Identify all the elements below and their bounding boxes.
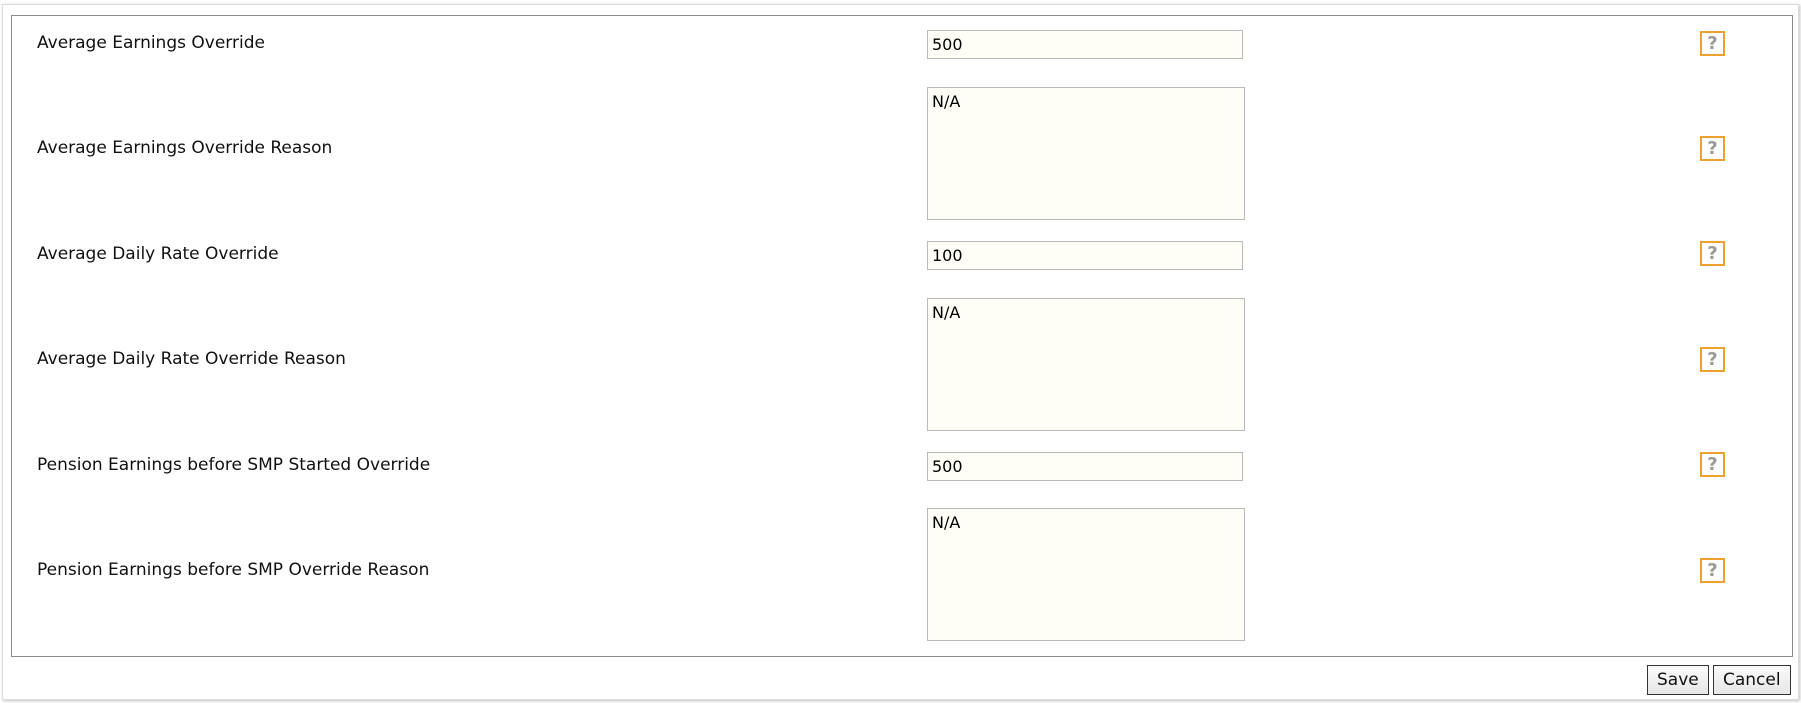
- average-daily-rate-override-label: Average Daily Rate Override: [37, 244, 279, 264]
- pension-earnings-before-smp-override-reason-label: Pension Earnings before SMP Override Rea…: [37, 560, 430, 580]
- cancel-button[interactable]: Cancel: [1713, 665, 1791, 695]
- help-glyph: ?: [1707, 137, 1718, 159]
- pension-earnings-before-smp-override-reason-textarea[interactable]: N/A: [927, 508, 1245, 641]
- question-mark-icon[interactable]: ?: [1700, 241, 1725, 266]
- average-earnings-override-reason-label: Average Earnings Override Reason: [37, 138, 333, 158]
- average-daily-rate-override-input[interactable]: [927, 241, 1243, 270]
- help-glyph: ?: [1707, 559, 1718, 581]
- question-mark-icon[interactable]: ?: [1700, 31, 1725, 56]
- question-mark-icon[interactable]: ?: [1700, 347, 1725, 372]
- dialog-panel: Average Earnings Override ? Average Earn…: [2, 4, 1799, 700]
- average-earnings-override-reason-textarea[interactable]: N/A: [927, 87, 1245, 220]
- average-daily-rate-override-reason-textarea[interactable]: N/A: [927, 298, 1245, 431]
- help-glyph: ?: [1707, 348, 1718, 370]
- override-form: Average Earnings Override ? Average Earn…: [11, 15, 1793, 657]
- average-earnings-override-input[interactable]: [927, 30, 1243, 59]
- average-earnings-override-label: Average Earnings Override: [37, 33, 265, 53]
- average-daily-rate-override-reason-label: Average Daily Rate Override Reason: [37, 349, 346, 369]
- help-glyph: ?: [1707, 32, 1718, 54]
- help-glyph: ?: [1707, 242, 1718, 264]
- help-glyph: ?: [1707, 453, 1718, 475]
- pension-earnings-before-smp-started-override-input[interactable]: [927, 452, 1243, 481]
- question-mark-icon[interactable]: ?: [1700, 558, 1725, 583]
- question-mark-icon[interactable]: ?: [1700, 136, 1725, 161]
- question-mark-icon[interactable]: ?: [1700, 452, 1725, 477]
- pension-earnings-before-smp-started-override-label: Pension Earnings before SMP Started Over…: [37, 455, 431, 475]
- save-button[interactable]: Save: [1647, 665, 1709, 695]
